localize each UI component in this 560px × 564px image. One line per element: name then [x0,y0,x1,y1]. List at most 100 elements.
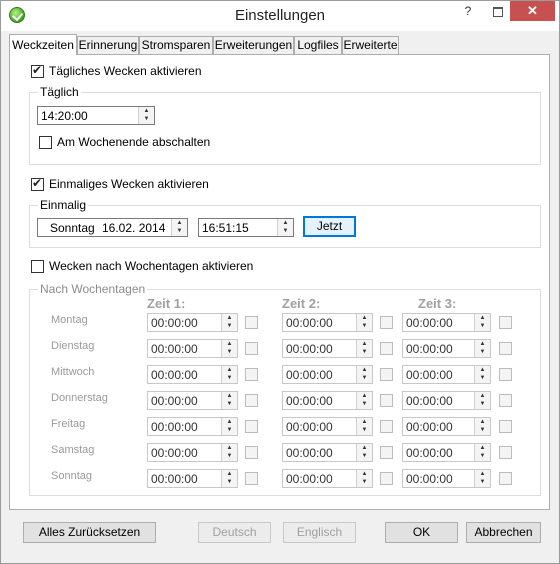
weekday-time-spinner[interactable]: ▲ ▼ [474,392,490,409]
weekday-time2-field[interactable]: 00:00:00 ▲ ▼ [282,313,373,332]
spin-down-icon[interactable]: ▼ [359,426,370,434]
tab-logfiles[interactable]: Logfiles [294,36,342,54]
spin-up-icon[interactable]: ▲ [359,340,370,348]
weekday-time2-checkbox[interactable] [380,342,393,355]
weekday-time-spinner[interactable]: ▲ ▼ [356,392,372,409]
weekday-time2-field[interactable]: 00:00:00 ▲ ▼ [282,365,373,384]
spin-up-icon[interactable]: ▲ [477,444,488,452]
spin-up-icon[interactable]: ▲ [477,314,488,322]
weekday-time3-field[interactable]: 00:00:00 ▲ ▼ [402,469,491,488]
spin-up-icon[interactable]: ▲ [174,219,185,227]
spin-up-icon[interactable]: ▲ [359,470,370,478]
weekday-time-spinner[interactable]: ▲ ▼ [474,314,490,331]
spin-down-icon[interactable]: ▼ [141,115,152,123]
weekday-time-spinner[interactable]: ▲ ▼ [356,314,372,331]
spin-down-icon[interactable]: ▼ [477,322,488,330]
weekday-time-spinner[interactable]: ▲ ▼ [474,418,490,435]
spin-down-icon[interactable]: ▼ [359,374,370,382]
tab-stromsparen[interactable]: Stromsparen [139,36,213,54]
weekday-time2-field[interactable]: 00:00:00 ▲ ▼ [282,443,373,462]
help-button[interactable]: ? [456,1,480,21]
weekday-time2-field[interactable]: 00:00:00 ▲ ▼ [282,339,373,358]
weekday-time-spinner[interactable]: ▲ ▼ [474,340,490,357]
spin-down-icon[interactable]: ▼ [280,227,291,235]
weekday-time1-checkbox[interactable] [245,394,258,407]
weekday-time-spinner[interactable]: ▲ ▼ [474,366,490,383]
tab-weckzeiten[interactable]: Weckzeiten [9,34,77,55]
spin-down-icon[interactable]: ▼ [224,426,235,434]
cancel-button[interactable]: Abbrechen [466,522,541,543]
spin-up-icon[interactable]: ▲ [224,366,235,374]
weekday-time3-checkbox[interactable] [499,420,512,433]
weekday-time-spinner[interactable]: ▲ ▼ [221,340,237,357]
weekday-time1-field[interactable]: 00:00:00 ▲ ▼ [147,443,238,462]
close-button[interactable]: ✕ [510,1,555,21]
spin-down-icon[interactable]: ▼ [477,348,488,356]
daily-time-spinner[interactable]: ▲ ▼ [138,107,154,124]
once-date-spinner[interactable]: ▲ ▼ [171,219,187,236]
once-time-spinner[interactable]: ▲ ▼ [277,219,293,236]
tab-erinnerung[interactable]: Erinnerung [77,36,139,54]
spin-down-icon[interactable]: ▼ [224,452,235,460]
spin-up-icon[interactable]: ▲ [477,366,488,374]
weekday-time2-checkbox[interactable] [380,472,393,485]
weekday-time2-checkbox[interactable] [380,394,393,407]
spin-down-icon[interactable]: ▼ [477,478,488,486]
weekday-time-spinner[interactable]: ▲ ▼ [221,444,237,461]
tab-erweiterungen[interactable]: Erweiterungen [213,36,294,54]
weekday-time1-field[interactable]: 00:00:00 ▲ ▼ [147,417,238,436]
spin-up-icon[interactable]: ▲ [224,392,235,400]
english-button[interactable]: Englisch [283,522,356,543]
once-wakeup-checkbox[interactable] [31,176,44,191]
weekday-time1-field[interactable]: 00:00:00 ▲ ▼ [147,313,238,332]
weekday-time3-field[interactable]: 00:00:00 ▲ ▼ [402,313,491,332]
weekday-time2-checkbox[interactable] [380,420,393,433]
weekday-time2-field[interactable]: 00:00:00 ▲ ▼ [282,417,373,436]
spin-up-icon[interactable]: ▲ [477,392,488,400]
weekday-time-spinner[interactable]: ▲ ▼ [356,418,372,435]
spin-down-icon[interactable]: ▼ [224,322,235,330]
weekday-time1-field[interactable]: 00:00:00 ▲ ▼ [147,469,238,488]
spin-up-icon[interactable]: ▲ [359,392,370,400]
spin-up-icon[interactable]: ▲ [477,418,488,426]
weekday-time2-checkbox[interactable] [380,316,393,329]
weekday-time3-field[interactable]: 00:00:00 ▲ ▼ [402,417,491,436]
weekday-time1-checkbox[interactable] [245,342,258,355]
weekday-time-spinner[interactable]: ▲ ▼ [221,470,237,487]
spin-down-icon[interactable]: ▼ [174,227,185,235]
spin-up-icon[interactable]: ▲ [224,470,235,478]
weekday-time-spinner[interactable]: ▲ ▼ [474,470,490,487]
spin-down-icon[interactable]: ▼ [224,348,235,356]
weekday-time-spinner[interactable]: ▲ ▼ [356,366,372,383]
weekday-wakeup-checkbox[interactable] [31,260,44,273]
weekday-time3-checkbox[interactable] [499,368,512,381]
weekday-time1-field[interactable]: 00:00:00 ▲ ▼ [147,365,238,384]
spin-up-icon[interactable]: ▲ [359,444,370,452]
spin-up-icon[interactable]: ▲ [141,107,152,115]
spin-down-icon[interactable]: ▼ [477,426,488,434]
weekday-time2-checkbox[interactable] [380,368,393,381]
spin-up-icon[interactable]: ▲ [224,314,235,322]
weekday-time1-field[interactable]: 00:00:00 ▲ ▼ [147,391,238,410]
weekday-time2-checkbox[interactable] [380,446,393,459]
spin-up-icon[interactable]: ▲ [224,418,235,426]
weekday-time-spinner[interactable]: ▲ ▼ [221,314,237,331]
spin-up-icon[interactable]: ▲ [359,314,370,322]
weekday-time-spinner[interactable]: ▲ ▼ [356,470,372,487]
spin-down-icon[interactable]: ▼ [359,400,370,408]
spin-down-icon[interactable]: ▼ [224,478,235,486]
weekday-time-spinner[interactable]: ▲ ▼ [356,340,372,357]
ok-button[interactable]: OK [385,522,458,543]
weekday-time-spinner[interactable]: ▲ ▼ [221,392,237,409]
spin-up-icon[interactable]: ▲ [477,470,488,478]
daily-wakeup-checkbox[interactable] [31,63,44,78]
weekday-time1-checkbox[interactable] [245,368,258,381]
maximize-button[interactable] [488,1,508,21]
weekday-time2-field[interactable]: 00:00:00 ▲ ▼ [282,469,373,488]
spin-down-icon[interactable]: ▼ [359,452,370,460]
spin-up-icon[interactable]: ▲ [359,366,370,374]
weekday-time1-field[interactable]: 00:00:00 ▲ ▼ [147,339,238,358]
german-button[interactable]: Deutsch [198,522,271,543]
weekday-time1-checkbox[interactable] [245,446,258,459]
weekday-time3-checkbox[interactable] [499,472,512,485]
